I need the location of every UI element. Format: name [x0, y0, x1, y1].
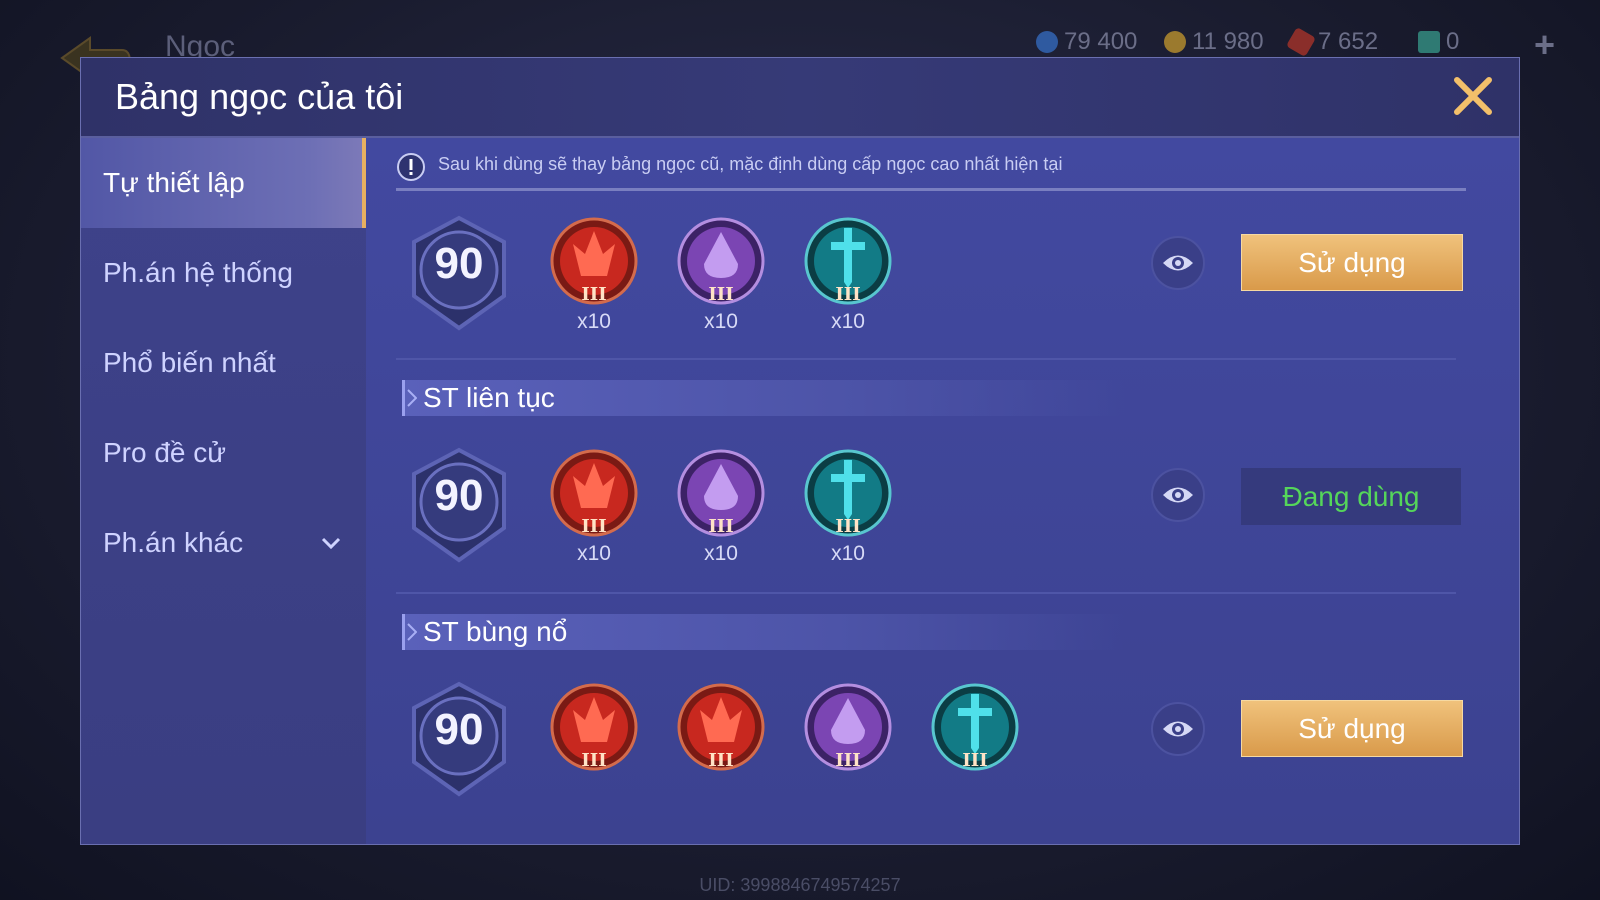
- red-rune-icon: III: [550, 683, 638, 771]
- svg-text:III: III: [835, 750, 860, 771]
- modal-header: Bảng ngọc của tôi: [81, 58, 1519, 138]
- rune-set-row: 90 III x10 III x10: [366, 206, 1519, 346]
- svg-text:III: III: [708, 284, 733, 305]
- divider: [396, 592, 1456, 594]
- red-rune-icon: III: [550, 217, 638, 305]
- red-gem-icon: [1285, 26, 1317, 58]
- currency-blue-coin: 79 400: [1036, 28, 1137, 56]
- rune-page-modal: Bảng ngọc của tôi Tự thiết lập Ph.án hệ …: [80, 57, 1520, 845]
- blue-coin-icon: [1036, 31, 1058, 53]
- rune-set-list[interactable]: 90 III x10 III x10 III x10 Sử dụng ST li…: [366, 204, 1519, 844]
- svg-text:III: III: [962, 750, 987, 771]
- currency-gold-coin: 11 980: [1164, 28, 1264, 56]
- svg-text:III: III: [581, 516, 606, 537]
- gold-coin-icon: [1164, 31, 1186, 53]
- rune-count: x10: [704, 542, 738, 565]
- modal-title: Bảng ngọc của tôi: [115, 76, 404, 117]
- close-icon[interactable]: [1449, 72, 1497, 120]
- currency-value: 7 652: [1318, 28, 1379, 55]
- sidebar-item-label: Ph.án khác: [103, 527, 244, 558]
- level-number: 90: [434, 239, 484, 288]
- rune-set-row: 90 III III III III Sử dụng: [366, 672, 1519, 812]
- red-rune-icon: III: [550, 449, 638, 537]
- purple-rune-icon: III: [677, 217, 765, 305]
- teal-rune-icon: III: [804, 217, 892, 305]
- red-rune-icon: III: [677, 683, 765, 771]
- sidebar-item-label: Tự thiết lập: [103, 167, 245, 198]
- notice-text: Sau khi dùng sẽ thay bảng ngọc cũ, mặc đ…: [438, 154, 1063, 174]
- rune-count: x10: [831, 542, 865, 565]
- currency-value: 11 980: [1192, 28, 1264, 55]
- section-title: ST bùng nổ: [423, 616, 568, 647]
- level-number: 90: [434, 471, 484, 520]
- divider: [396, 358, 1456, 360]
- currency-ticket: 0: [1418, 28, 1459, 56]
- svg-text:III: III: [835, 284, 860, 305]
- svg-text:III: III: [708, 750, 733, 771]
- teal-rune-icon: III: [804, 449, 892, 537]
- currency-value: 0: [1446, 28, 1460, 55]
- notice-bar: Sau khi dùng sẽ thay bảng ngọc cũ, mặc đ…: [396, 148, 1466, 191]
- chevron-right-icon: [407, 389, 417, 407]
- eye-icon[interactable]: [1151, 236, 1205, 290]
- use-button[interactable]: Sử dụng: [1241, 700, 1463, 757]
- rune-content: Sau khi dùng sẽ thay bảng ngọc cũ, mặc đ…: [366, 138, 1519, 844]
- uid-label: UID: 3998846749574257: [699, 875, 901, 895]
- sidebar-item-popular[interactable]: Phổ biến nhất: [81, 318, 366, 408]
- svg-text:III: III: [835, 516, 860, 537]
- rune-count: x10: [831, 310, 865, 333]
- currency-red-gem: 7 652: [1285, 26, 1379, 58]
- purple-rune-icon: III: [677, 449, 765, 537]
- svg-text:III: III: [708, 516, 733, 537]
- level-number: 90: [434, 705, 484, 754]
- chevron-down-icon: [321, 537, 341, 550]
- rune-set-row: 90 III x10 III x10: [366, 438, 1519, 578]
- sidebar-item-label: Pro đề cử: [103, 437, 227, 468]
- rune-count: x10: [577, 542, 611, 565]
- ticket-icon: [1418, 31, 1440, 53]
- section-header: ST liên tục: [402, 380, 1125, 416]
- sidebar-item-label: Ph.án hệ thống: [103, 257, 293, 288]
- sidebar-item-pro[interactable]: Pro đề cử: [81, 408, 366, 498]
- svg-text:III: III: [581, 284, 606, 305]
- rune-count: x10: [577, 310, 611, 333]
- purple-rune-icon: III: [804, 683, 892, 771]
- chevron-right-icon: [407, 623, 417, 641]
- sidebar-item-label: Phổ biến nhất: [103, 347, 276, 378]
- rune-count: x10: [704, 310, 738, 333]
- sidebar-item-custom[interactable]: Tự thiết lập: [81, 138, 366, 228]
- section-header: ST bùng nổ: [402, 614, 1125, 650]
- use-button[interactable]: Sử dụng: [1241, 234, 1463, 291]
- currency-value: 79 400: [1064, 28, 1138, 55]
- section-title: ST liên tục: [423, 382, 555, 413]
- in-use-status: Đang dùng: [1241, 468, 1461, 525]
- sidebar-item-system[interactable]: Ph.án hệ thống: [81, 228, 366, 318]
- teal-rune-icon: III: [931, 683, 1019, 771]
- add-currency-button[interactable]: +: [1534, 24, 1555, 66]
- eye-icon[interactable]: [1151, 468, 1205, 522]
- svg-text:III: III: [581, 750, 606, 771]
- exclamation-icon: [397, 153, 425, 181]
- sidebar: Tự thiết lập Ph.án hệ thống Phổ biến nhấ…: [81, 138, 366, 844]
- sidebar-item-other[interactable]: Ph.án khác: [81, 498, 366, 588]
- eye-icon[interactable]: [1151, 702, 1205, 756]
